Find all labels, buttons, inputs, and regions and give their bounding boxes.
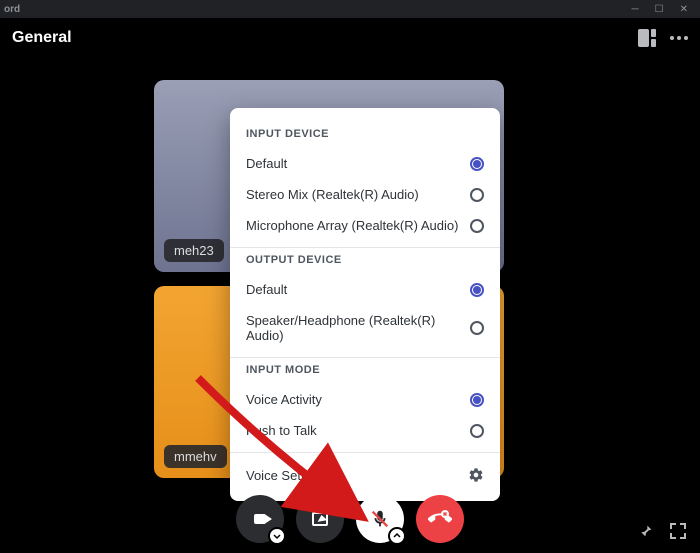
divider	[230, 247, 500, 248]
input-device-option[interactable]: Default	[246, 148, 484, 179]
grid-view-icon[interactable]	[638, 29, 656, 47]
microphone-muted-icon	[369, 508, 391, 530]
input-mode-option[interactable]: Voice Activity	[246, 384, 484, 415]
radio-icon	[470, 219, 484, 233]
participant-name-badge: mmehv	[164, 445, 227, 468]
radio-icon	[470, 393, 484, 407]
option-label: Default	[246, 282, 287, 297]
input-mode-option[interactable]: Push to Talk	[246, 415, 484, 446]
divider	[230, 357, 500, 358]
camera-icon	[254, 514, 266, 524]
hang-up-icon	[428, 507, 452, 531]
gear-icon	[468, 467, 484, 483]
call-header: General	[0, 18, 700, 58]
channel-title: General	[12, 29, 72, 47]
participant-name-badge: meh23	[164, 239, 224, 262]
call-controls	[0, 495, 700, 543]
screen-share-button[interactable]	[296, 495, 344, 543]
voice-settings-link[interactable]: Voice Settings	[246, 459, 484, 491]
option-label: Voice Activity	[246, 392, 322, 407]
option-label: Default	[246, 156, 287, 171]
output-device-option[interactable]: Default	[246, 274, 484, 305]
radio-icon	[470, 157, 484, 171]
window-maximize-button[interactable]: ☐	[655, 4, 664, 15]
window-controls: ─ ☐ ✕	[632, 4, 696, 15]
hang-up-button[interactable]	[416, 495, 464, 543]
radio-icon	[470, 188, 484, 202]
output-device-option[interactable]: Speaker/Headphone (Realtek(R) Audio)	[246, 305, 484, 351]
camera-button[interactable]	[236, 495, 284, 543]
app-name: ord	[4, 4, 20, 15]
option-label: Microphone Array (Realtek(R) Audio)	[246, 218, 458, 233]
option-label: Stereo Mix (Realtek(R) Audio)	[246, 187, 419, 202]
voice-settings-label: Voice Settings	[246, 468, 328, 483]
radio-icon	[470, 283, 484, 297]
option-label: Speaker/Headphone (Realtek(R) Audio)	[246, 313, 470, 343]
option-label: Push to Talk	[246, 423, 317, 438]
input-mode-header: INPUT MODE	[246, 364, 484, 376]
more-icon[interactable]	[670, 36, 688, 40]
chevron-down-icon[interactable]	[268, 527, 286, 545]
input-device-option[interactable]: Stereo Mix (Realtek(R) Audio)	[246, 179, 484, 210]
call-stage: meh23 mmehv INPUT DEVICE Default Stereo …	[0, 58, 700, 553]
chevron-up-icon[interactable]	[388, 527, 406, 545]
divider	[230, 452, 500, 453]
window-minimize-button[interactable]: ─	[632, 4, 639, 15]
output-device-header: OUTPUT DEVICE	[246, 254, 484, 266]
radio-icon	[470, 321, 484, 335]
mute-button[interactable]	[356, 495, 404, 543]
input-device-header: INPUT DEVICE	[246, 128, 484, 140]
screen-share-icon	[312, 512, 328, 526]
radio-icon	[470, 424, 484, 438]
window-close-button[interactable]: ✕	[680, 4, 688, 15]
window-titlebar: ord ─ ☐ ✕	[0, 0, 700, 18]
input-device-option[interactable]: Microphone Array (Realtek(R) Audio)	[246, 210, 484, 241]
audio-settings-popup: INPUT DEVICE Default Stereo Mix (Realtek…	[230, 108, 500, 501]
